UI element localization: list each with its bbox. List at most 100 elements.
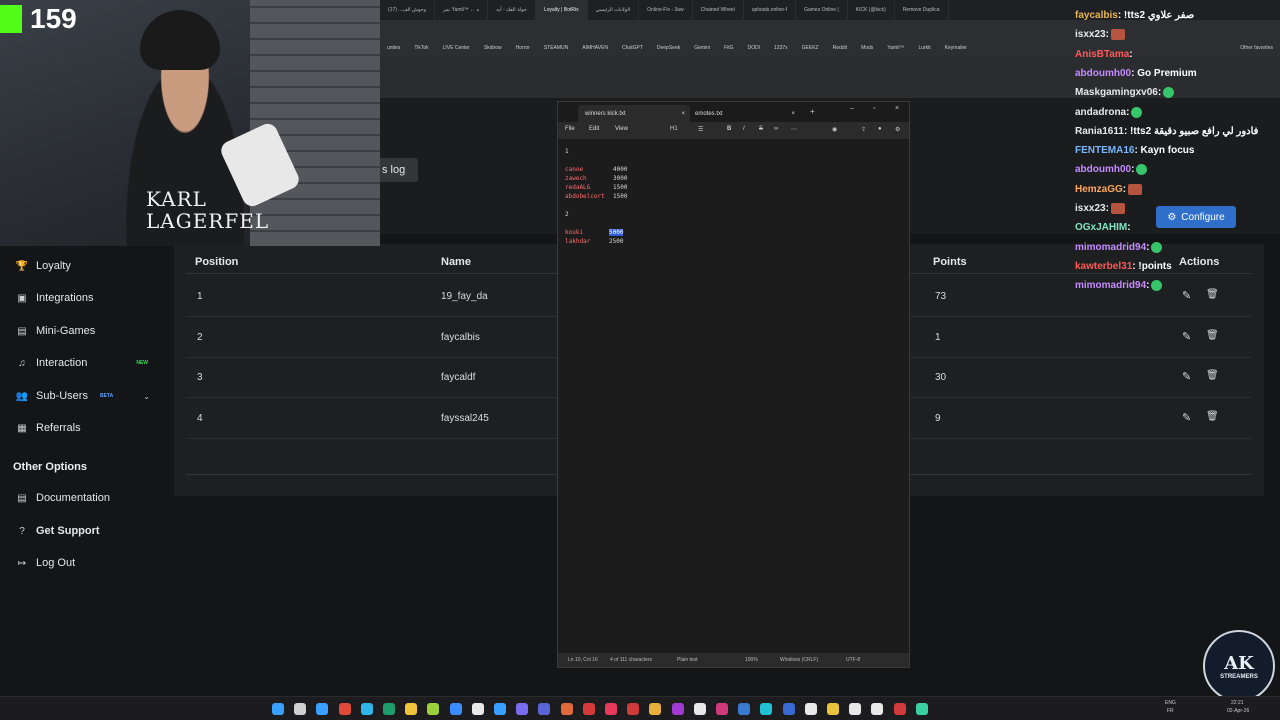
- browser-tab[interactable]: الولايات الرئيسي: [588, 0, 640, 20]
- bookmark-item[interactable]: Yamil™: [880, 45, 911, 51]
- notepad-tab-winners[interactable]: winners kick.txt ×: [578, 105, 690, 122]
- bookmark-item[interactable]: STEAMUN: [537, 45, 575, 51]
- bookmark-item[interactable]: unties: [380, 45, 407, 51]
- bookmark-item[interactable]: Gemini: [687, 45, 717, 51]
- chat-username[interactable]: faycalbis: [1075, 10, 1118, 21]
- browser-tab[interactable]: Chained Wheel: [693, 0, 744, 20]
- bookmark-item[interactable]: FitG: [717, 45, 740, 51]
- taskbar-app-icon[interactable]: [760, 703, 773, 715]
- edit-icon[interactable]: ✎: [1182, 411, 1191, 424]
- minimize-icon[interactable]: –: [850, 105, 854, 112]
- delete-icon[interactable]: 🗑: [1206, 411, 1219, 422]
- column-position[interactable]: Position: [195, 256, 238, 268]
- taskbar-app-icon[interactable]: [560, 703, 573, 715]
- heading-dropdown[interactable]: H1: [670, 126, 678, 132]
- taskbar-app-icon[interactable]: [449, 703, 462, 715]
- chat-username[interactable]: andadrona: [1075, 107, 1126, 118]
- taskbar-app-icon[interactable]: [405, 703, 418, 715]
- browser-tab[interactable]: Remove Duplica: [895, 0, 949, 20]
- list-icon[interactable]: ☰: [698, 126, 703, 133]
- windows-start-icon[interactable]: [272, 703, 284, 715]
- delete-icon[interactable]: 🗑: [1206, 370, 1219, 381]
- chat-username[interactable]: isxx23: [1075, 29, 1106, 40]
- edit-icon[interactable]: ✎: [1182, 370, 1191, 383]
- delete-icon[interactable]: 🗑: [1206, 330, 1219, 341]
- browser-tab[interactable]: Online-Fix - 3aw: [639, 0, 693, 20]
- taskbar-app-icon[interactable]: [827, 703, 839, 715]
- taskbar-app-icon[interactable]: [316, 703, 329, 715]
- taskbar-app-icon[interactable]: [582, 703, 595, 715]
- column-points[interactable]: Points: [933, 256, 967, 268]
- taskbar-app-icon[interactable]: [693, 703, 706, 715]
- sidebar-item-mini-games[interactable]: ▤ Mini-Games: [0, 315, 160, 347]
- chat-username[interactable]: kawterbel31: [1075, 261, 1132, 272]
- taskbar-app-icon[interactable]: [849, 703, 862, 715]
- sidebar-item-get-support[interactable]: ? Get Support: [0, 515, 160, 547]
- zoom-level[interactable]: 100%: [745, 657, 758, 663]
- chat-username[interactable]: FENTEMA16: [1075, 145, 1134, 156]
- menu-file[interactable]: File: [565, 126, 575, 132]
- clock-time[interactable]: 22:21: [1231, 700, 1244, 706]
- taskbar-app-icon[interactable]: [738, 703, 751, 715]
- taskbar-app-icon[interactable]: [427, 703, 440, 715]
- chat-username[interactable]: abdoumh00: [1075, 165, 1131, 176]
- chat-username[interactable]: Maskgamingxv06: [1075, 87, 1158, 98]
- sidebar-item-interaction[interactable]: ♫ Interaction NEW: [0, 347, 160, 379]
- taskbar-app-icon[interactable]: [782, 703, 795, 715]
- browser-tab[interactable]: KICK (@kick): [848, 0, 895, 20]
- notepad-editor[interactable]: 1 canoe 4000 zawech 3000 redaALG 1500 ab…: [558, 139, 909, 653]
- language-indicator[interactable]: ENG: [1165, 700, 1176, 706]
- encoding[interactable]: UTF-8: [846, 657, 860, 663]
- language-indicator-2[interactable]: FR: [1167, 708, 1174, 714]
- bookmark-item[interactable]: Skidrow: [477, 45, 509, 51]
- account-icon[interactable]: ●: [878, 126, 882, 132]
- bookmark-item[interactable]: 1337x: [767, 45, 795, 51]
- chat-username[interactable]: AnisBTama: [1075, 49, 1129, 60]
- bookmark-item[interactable]: AIMHAVEN: [575, 45, 615, 51]
- close-icon[interactable]: ×: [681, 111, 685, 117]
- bookmark-item[interactable]: DeepSeek: [650, 45, 687, 51]
- link-icon[interactable]: ∞: [774, 126, 778, 132]
- bookmark-item[interactable]: Keymailer: [938, 45, 974, 51]
- close-window-icon[interactable]: ×: [895, 105, 899, 112]
- browser-tab[interactable]: نمر Yamil™ ← ه: [435, 0, 489, 20]
- sidebar-item-integrations[interactable]: ▣ Integrations: [0, 282, 160, 314]
- more-icon[interactable]: ⋯: [791, 126, 797, 133]
- bookmark-item[interactable]: TikTok: [407, 45, 435, 51]
- browser-tab[interactable]: جولة الفك - آيه: [488, 0, 536, 20]
- new-tab-icon[interactable]: +: [810, 107, 815, 116]
- taskbar-app-icon[interactable]: [516, 703, 529, 715]
- taskbar-app-icon[interactable]: [671, 703, 684, 715]
- bookmark-item[interactable]: LIVE Center: [436, 45, 477, 51]
- strikethrough-icon[interactable]: S: [759, 126, 763, 132]
- browser-tab[interactable]: وحوش الف... (17): [380, 0, 436, 20]
- taskbar-app-icon[interactable]: [471, 703, 484, 715]
- clock-date[interactable]: 02-Apr-26: [1227, 708, 1249, 714]
- taskbar-app-icon[interactable]: [383, 703, 395, 715]
- taskbar-app-icon[interactable]: [716, 703, 728, 715]
- chat-username[interactable]: mimomadrid94: [1075, 280, 1146, 291]
- search-icon[interactable]: [294, 703, 307, 715]
- bold-icon[interactable]: B: [727, 126, 731, 132]
- taskbar-app-icon[interactable]: [338, 703, 351, 715]
- taskbar-app-icon[interactable]: [649, 703, 662, 715]
- taskbar-app-icon[interactable]: [871, 703, 884, 715]
- bookmark-item[interactable]: DODI: [741, 45, 768, 51]
- chevron-down-icon[interactable]: ⌄: [143, 392, 150, 401]
- menu-view[interactable]: View: [615, 126, 628, 132]
- chat-username[interactable]: HemzaGG: [1075, 184, 1123, 195]
- line-ending[interactable]: Windows (CRLF): [780, 657, 818, 663]
- sidebar-item-log-out[interactable]: ↦ Log Out: [0, 547, 160, 579]
- sidebar-item-documentation[interactable]: ▤ Documentation: [0, 482, 160, 514]
- chat-username[interactable]: abdoumh00: [1075, 68, 1131, 79]
- configure-button[interactable]: ⚙ Configure: [1156, 206, 1236, 228]
- bookmark-item[interactable]: Lurkit: [911, 45, 937, 51]
- taskbar-app-icon[interactable]: [494, 703, 506, 715]
- browser-tab[interactable]: Games Online |: [796, 0, 848, 20]
- sidebar-item-referrals[interactable]: ▦ Referrals: [0, 412, 160, 444]
- taskbar-app-icon[interactable]: [804, 703, 817, 715]
- notepad-tab-emotes[interactable]: emotes.txt ×: [688, 105, 800, 122]
- share-icon[interactable]: ⇪: [861, 126, 866, 133]
- bookmark-item[interactable]: ChatGPT: [615, 45, 650, 51]
- bookmark-item[interactable]: Reddit: [826, 45, 854, 51]
